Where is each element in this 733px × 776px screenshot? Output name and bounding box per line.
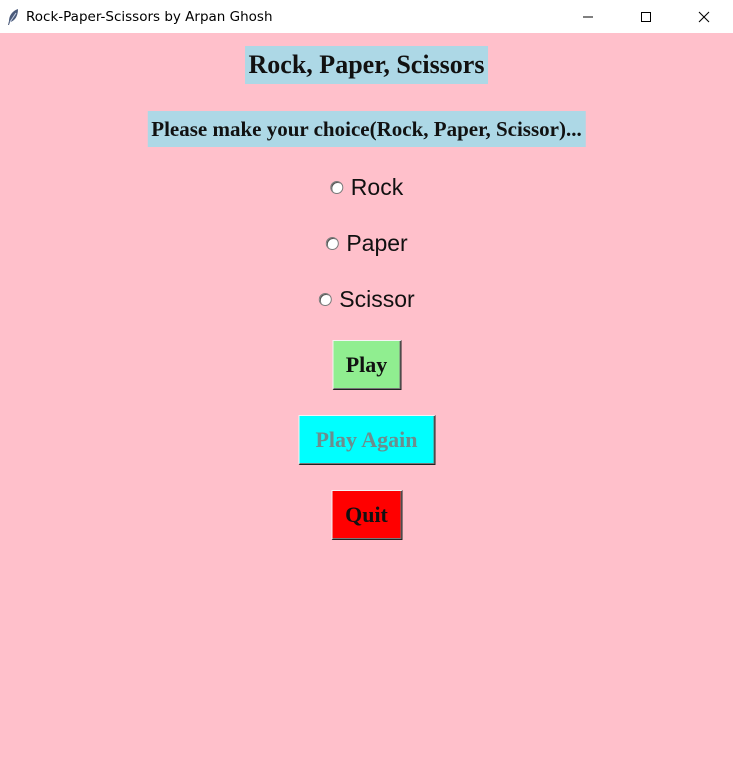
maximize-icon <box>641 11 651 22</box>
window-controls <box>559 0 733 33</box>
game-window: Rock, Paper, Scissors Please make your c… <box>0 33 733 776</box>
radio-scissor[interactable]: Scissor <box>318 284 415 314</box>
radio-label-scissor[interactable]: Scissor <box>339 286 414 313</box>
close-icon <box>698 11 710 22</box>
close-button[interactable] <box>675 0 733 33</box>
radio-circle[interactable] <box>318 292 332 306</box>
choice-prompt: Please make your choice(Rock, Paper, Sci… <box>147 111 586 147</box>
radio-paper[interactable]: Paper <box>325 228 408 258</box>
title-bar: Rock-Paper-Scissors by Arpan Ghosh <box>0 0 733 33</box>
play-button[interactable]: Play <box>332 340 401 390</box>
radio-circle[interactable] <box>329 180 343 194</box>
minimize-icon <box>583 16 593 17</box>
radio-circle[interactable] <box>325 236 339 250</box>
play-again-button[interactable]: Play Again <box>298 415 435 465</box>
minimize-button[interactable] <box>559 0 617 33</box>
radio-rock[interactable]: Rock <box>329 172 403 202</box>
game-title: Rock, Paper, Scissors <box>244 46 489 84</box>
radio-label-paper[interactable]: Paper <box>346 230 407 257</box>
window-title: Rock-Paper-Scissors by Arpan Ghosh <box>26 8 273 25</box>
feather-icon <box>0 0 26 33</box>
radio-label-rock[interactable]: Rock <box>351 174 403 201</box>
maximize-button[interactable] <box>617 0 675 33</box>
quit-button[interactable]: Quit <box>331 490 402 540</box>
